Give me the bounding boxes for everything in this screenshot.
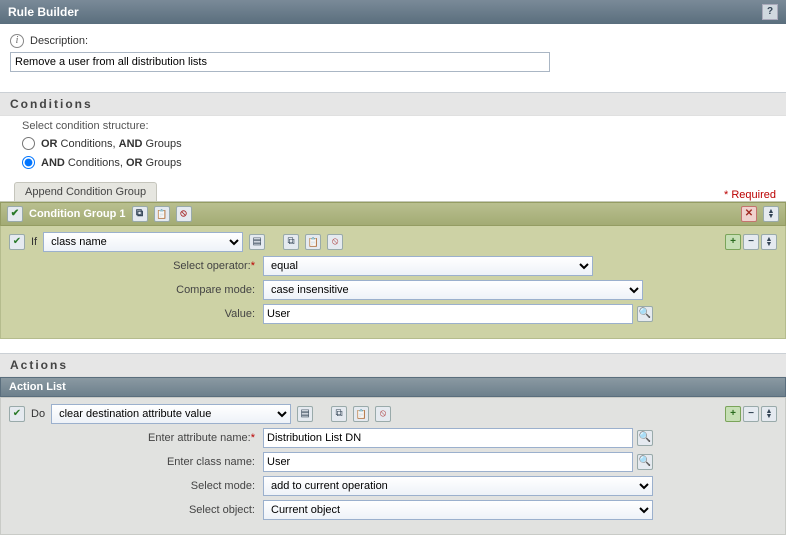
clipboard-action-icon[interactable] <box>353 406 369 422</box>
object-select[interactable]: Current object <box>263 500 653 520</box>
browse-attribute-icon[interactable] <box>637 430 653 446</box>
attribute-name-input[interactable] <box>263 428 633 448</box>
disable-if-icon[interactable] <box>327 234 343 250</box>
action-select[interactable]: clear destination attribute value <box>51 404 291 424</box>
radio-or-and[interactable] <box>22 137 35 150</box>
value-input[interactable] <box>263 304 633 324</box>
browse-class-icon[interactable] <box>637 454 653 470</box>
disable-action-icon[interactable] <box>375 406 391 422</box>
compare-mode-label: Compare mode: <box>9 284 259 296</box>
help-icon[interactable]: ? <box>762 4 778 20</box>
radio-and-or[interactable] <box>22 156 35 169</box>
required-indicator: * Required <box>724 189 776 201</box>
class-name-label: Enter class name: <box>9 456 259 468</box>
description-input[interactable] <box>10 52 550 72</box>
value-label: Value: <box>9 308 259 320</box>
select-mode-label: Select mode: <box>9 480 259 492</box>
compare-mode-select[interactable]: case insensitive <box>263 280 643 300</box>
if-label: If <box>31 236 37 248</box>
add-condition-icon[interactable] <box>725 234 741 250</box>
browse-action-icon[interactable] <box>297 406 313 422</box>
required-star-2: * <box>251 432 255 444</box>
remove-condition-icon[interactable] <box>743 234 759 250</box>
attribute-name-label: Enter attribute name: <box>148 432 251 444</box>
action-list-title: Action List <box>0 377 786 397</box>
move-condition-icon[interactable] <box>761 234 777 250</box>
radio-and-or-label[interactable]: AND Conditions, OR Groups <box>41 157 182 169</box>
move-group-icon[interactable] <box>763 206 779 222</box>
remove-action-icon[interactable] <box>743 406 759 422</box>
radio-or-and-label[interactable]: OR Conditions, AND Groups <box>41 138 182 150</box>
move-action-icon[interactable] <box>761 406 777 422</box>
page-title: Rule Builder <box>8 5 79 19</box>
copy-if-icon[interactable] <box>283 234 299 250</box>
condition-group-title: Condition Group 1 <box>29 208 126 220</box>
clipboard-if-icon[interactable] <box>305 234 321 250</box>
browse-value-icon[interactable] <box>637 306 653 322</box>
description-label: Description: <box>30 35 88 47</box>
required-star: * <box>251 260 255 272</box>
operator-select[interactable]: equal <box>263 256 593 276</box>
validate-if-icon[interactable] <box>9 234 25 250</box>
actions-heading: Actions <box>0 353 786 377</box>
copy-icon[interactable] <box>132 206 148 222</box>
validate-do-icon[interactable] <box>9 406 25 422</box>
mode-select[interactable]: add to current operation <box>263 476 653 496</box>
operator-label: Select operator: <box>173 260 251 272</box>
conditions-heading: Conditions <box>0 92 786 116</box>
delete-group-icon[interactable] <box>741 206 757 222</box>
info-icon: i <box>10 34 24 48</box>
add-action-icon[interactable] <box>725 406 741 422</box>
browse-if-icon[interactable] <box>249 234 265 250</box>
copy-action-icon[interactable] <box>331 406 347 422</box>
disable-icon[interactable] <box>176 206 192 222</box>
if-class-select[interactable]: class name <box>43 232 243 252</box>
do-label: Do <box>31 408 45 420</box>
clipboard-icon[interactable] <box>154 206 170 222</box>
append-condition-group-button[interactable]: Append Condition Group <box>14 182 157 201</box>
condition-structure-label: Select condition structure: <box>0 116 786 134</box>
validate-icon[interactable] <box>7 206 23 222</box>
select-object-label: Select object: <box>9 504 259 516</box>
class-name-input[interactable] <box>263 452 633 472</box>
